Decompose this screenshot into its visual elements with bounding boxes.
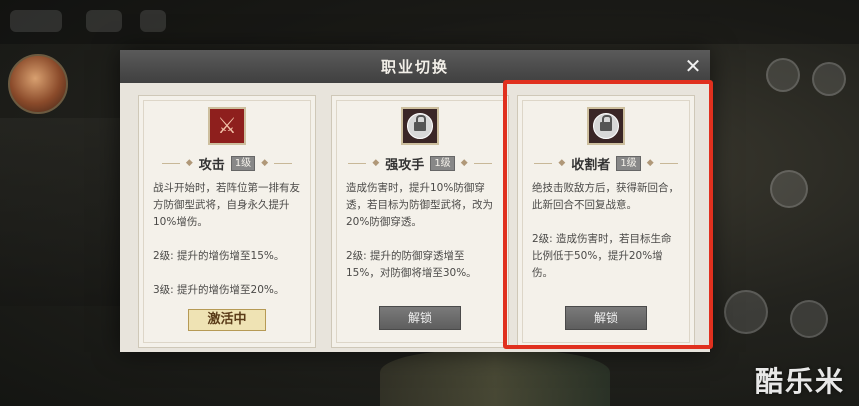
ornament-line (348, 162, 367, 164)
ornament-line (274, 162, 293, 164)
desc-line: 2级: 提升的增伤增至15%。 (153, 250, 285, 262)
class-card-attack[interactable]: ⚔ ◆ 攻击 1级 ◆ 战斗开始时，若阵位第一排有友方防御型武将，自身永久提升1… (138, 95, 316, 348)
dialog-header: 职业切换 ✕ (120, 50, 710, 83)
ornament-diamond-icon: ◆ (372, 158, 380, 168)
watermark-logo: 酷乐米 (754, 365, 845, 398)
lock-glyph (414, 114, 426, 132)
background-hud-button (724, 290, 768, 334)
ornament-diamond-icon: ◆ (460, 158, 468, 168)
background-top-bar (0, 0, 859, 44)
background-hud-button (770, 170, 808, 208)
ornament-diamond-icon: ◆ (261, 158, 269, 168)
background-side-panel (0, 118, 120, 306)
unlock-button[interactable]: 解锁 (379, 306, 461, 330)
close-icon[interactable]: ✕ (682, 55, 704, 77)
background-hud-chip (10, 10, 62, 32)
background-character (380, 350, 610, 406)
lock-badge (407, 113, 433, 139)
card-title-row: ◆ 强攻手 1级 ◆ (332, 154, 508, 173)
desc-line: 战斗开始时，若阵位第一排有友方防御型武将，自身永久提升10%增伤。 (153, 182, 300, 228)
desc-line: 造成伤害时，提升10%防御穿透，若目标为防御型武将，改为20%防御穿透。 (346, 182, 493, 228)
class-card-power-attacker[interactable]: ◆ 强攻手 1级 ◆ 造成伤害时，提升10%防御穿透，若目标为防御型武将，改为2… (331, 95, 509, 348)
ornament-diamond-icon: ◆ (185, 158, 193, 168)
background-hud-chip (140, 10, 166, 32)
dialog-title: 职业切换 (380, 58, 449, 76)
card-title-row: ◆ 攻击 1级 ◆ (139, 154, 315, 173)
sword-icon: ⚔ (208, 107, 246, 145)
skill-name: 攻击 (198, 157, 225, 173)
ornament-line (161, 162, 180, 164)
skill-description: 战斗开始时，若阵位第一排有友方防御型武将，自身永久提升10%增伤。 2级: 提升… (153, 180, 303, 316)
background-hud-chip (86, 10, 122, 32)
desc-line: 3级: 提升的增伤增至20%。 (153, 284, 285, 296)
lock-icon (401, 107, 439, 145)
background-hud-button (812, 62, 846, 96)
background-hud-button (766, 58, 800, 92)
active-status-badge: 激活中 (188, 309, 266, 331)
level-badge: 1级 (430, 155, 455, 171)
skill-description: 造成伤害时，提升10%防御穿透，若目标为防御型武将，改为20%防御穿透。 2级:… (346, 180, 496, 299)
background-avatar (8, 54, 68, 114)
background-hud-button (790, 300, 828, 338)
annotation-highlight-box (503, 80, 713, 349)
ornament-line (473, 162, 492, 164)
skill-name: 强攻手 (385, 157, 425, 173)
level-badge: 1级 (230, 155, 256, 171)
desc-line: 2级: 提升的防御穿透增至15%，对防御将增至30%。 (346, 250, 477, 279)
